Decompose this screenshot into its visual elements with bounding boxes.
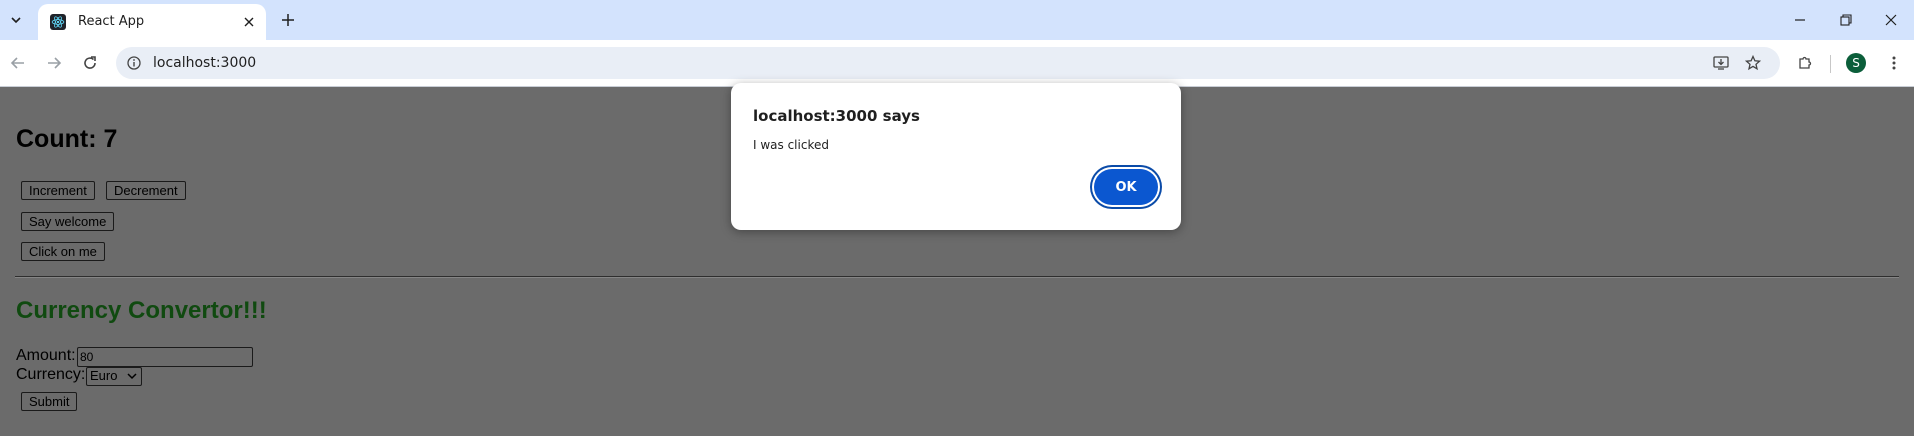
alert-dialog: localhost:3000 says I was clicked OK [731, 83, 1181, 230]
site-info-button[interactable] [124, 53, 144, 73]
tab-react-app[interactable]: React App [38, 4, 266, 40]
submit-button[interactable]: Submit [21, 392, 78, 411]
restore-button[interactable] [1823, 0, 1869, 40]
amount-input[interactable]: 80 [77, 347, 253, 367]
toolbar-divider [1830, 55, 1831, 73]
reload-button[interactable] [78, 51, 102, 75]
decrement-button[interactable]: Decrement [106, 181, 186, 200]
tab-title: React App [78, 14, 145, 29]
info-icon [127, 56, 141, 70]
back-button[interactable] [6, 51, 30, 75]
tab-strip: React App [0, 0, 1914, 40]
browser-toolbar: localhost:3000 S [0, 40, 1914, 87]
close-icon [244, 17, 254, 27]
profile-avatar[interactable]: S [1846, 53, 1866, 73]
menu-button[interactable] [1882, 51, 1906, 75]
amount-label: Amount: [16, 347, 76, 364]
currency-selected-value: Euro [90, 368, 118, 383]
install-app-button[interactable] [1711, 53, 1731, 73]
dialog-message: I was clicked [753, 138, 829, 152]
currency-label: Currency: [16, 366, 86, 383]
chevron-down-icon [11, 17, 21, 24]
ok-button[interactable]: OK [1094, 169, 1158, 205]
currency-select[interactable]: Euro [86, 367, 142, 386]
arrow-left-icon [10, 57, 24, 69]
extensions-button[interactable] [1793, 51, 1817, 75]
close-icon [1885, 14, 1897, 26]
kebab-menu-icon [1892, 56, 1896, 70]
arrow-right-icon [48, 57, 62, 69]
react-logo-icon [50, 14, 66, 30]
minimize-button[interactable] [1777, 0, 1823, 40]
tab-close-button[interactable] [240, 13, 258, 31]
click-on-me-button[interactable]: Click on me [21, 242, 105, 261]
new-tab-button[interactable] [276, 8, 300, 32]
address-bar[interactable]: localhost:3000 [116, 47, 1780, 79]
dialog-title: localhost:3000 says [753, 107, 920, 125]
reload-icon [84, 56, 96, 69]
count-heading: Count: 7 [16, 125, 118, 153]
close-window-button[interactable] [1868, 0, 1914, 40]
star-icon [1745, 55, 1761, 71]
increment-button[interactable]: Increment [21, 181, 95, 200]
converter-title: Currency Convertor!!! [16, 297, 267, 324]
install-icon [1713, 56, 1729, 70]
section-divider [15, 276, 1899, 278]
say-welcome-button[interactable]: Say welcome [21, 212, 115, 231]
tab-search-button[interactable] [4, 8, 28, 32]
forward-button[interactable] [42, 51, 66, 75]
bookmark-button[interactable] [1743, 53, 1763, 73]
plus-icon [282, 14, 294, 26]
puzzle-icon [1799, 56, 1812, 69]
minimize-icon [1795, 19, 1805, 21]
restore-icon [1840, 14, 1852, 26]
chevron-down-icon [127, 373, 137, 380]
url-text[interactable]: localhost:3000 [153, 55, 256, 71]
